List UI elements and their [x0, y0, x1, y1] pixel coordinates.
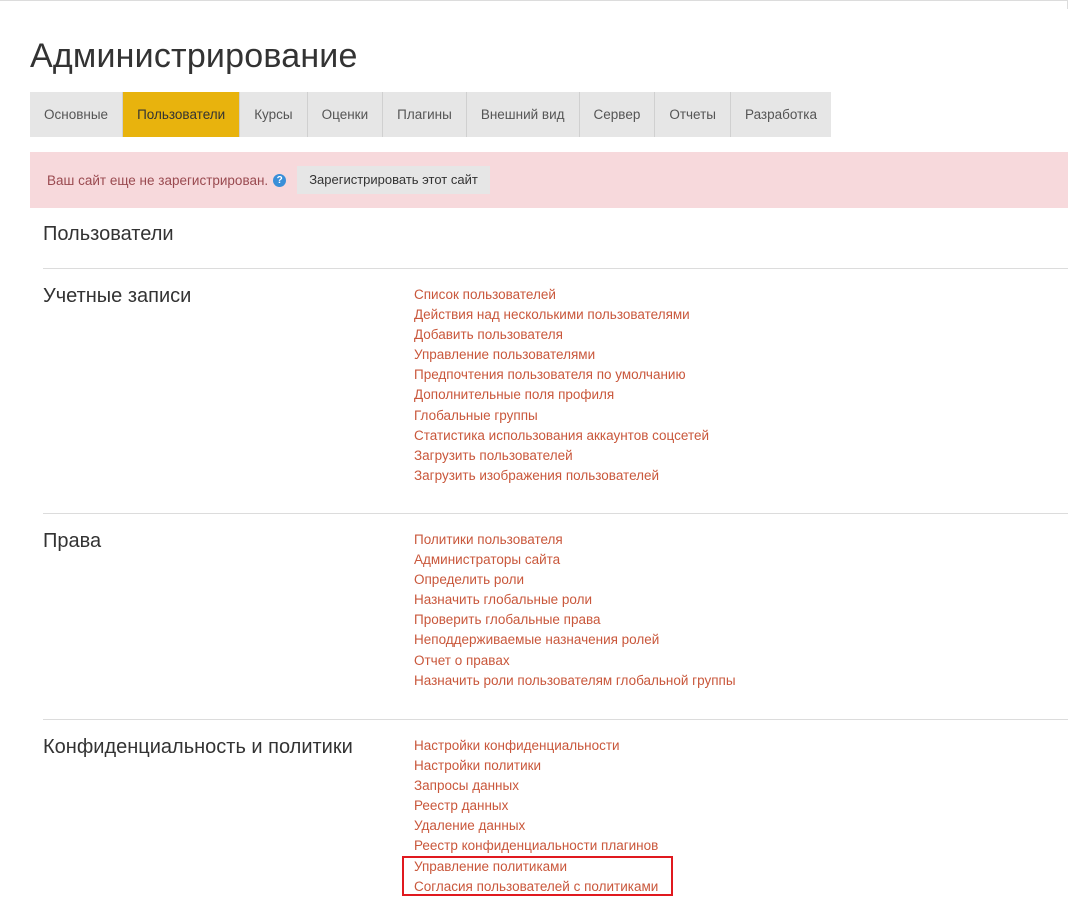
tab-courses[interactable]: Курсы — [240, 92, 308, 137]
link-profile-fields[interactable]: Дополнительные поля профиля — [414, 387, 614, 402]
registration-alert: Ваш сайт еще не зарегистрирован. ? Зарег… — [30, 152, 1068, 208]
list-item: Отчет о правах — [414, 651, 736, 671]
link-cohorts[interactable]: Глобальные группы — [414, 408, 538, 423]
list-item: Управление пользователями — [414, 345, 709, 365]
group-permissions: Права Политики пользователя Администрато… — [43, 513, 1068, 720]
link-define-roles[interactable]: Определить роли — [414, 572, 524, 587]
group-title: Права — [43, 530, 102, 552]
link-check-system-permissions[interactable]: Проверить глобальные права — [414, 612, 601, 627]
list-item: Настройки политики — [414, 756, 658, 776]
group-title: Конфиденциальность и политики — [43, 736, 353, 758]
link-site-admins[interactable]: Администраторы сайта — [414, 552, 560, 567]
list-item: Предпочтения пользователя по умолчанию — [414, 365, 709, 385]
group-accounts: Учетные записи Список пользователей Дейс… — [43, 268, 1068, 514]
list-item: Загрузить пользователей — [414, 446, 709, 466]
highlight-box — [402, 856, 673, 896]
list-item: Неподдерживаемые назначения ролей — [414, 630, 736, 650]
section-heading: Пользователи — [43, 223, 174, 245]
link-privacy-settings[interactable]: Настройки конфиденциальности — [414, 738, 620, 753]
list-item: Проверить глобальные права — [414, 610, 736, 630]
tab-users[interactable]: Пользователи — [123, 92, 241, 137]
link-data-requests[interactable]: Запросы данных — [414, 778, 519, 793]
link-add-user[interactable]: Добавить пользователя — [414, 327, 563, 342]
question-circle-icon[interactable]: ? — [273, 173, 287, 187]
group-title: Учетные записи — [43, 285, 192, 307]
list-item: Назначить роли пользователям глобальной … — [414, 671, 736, 691]
link-user-policies[interactable]: Политики пользователя — [414, 532, 563, 547]
register-site-button[interactable]: Зарегистрировать этот сайт — [297, 166, 490, 194]
list-item: Администраторы сайта — [414, 550, 736, 570]
list-item: Назначить глобальные роли — [414, 590, 736, 610]
list-item: Реестр данных — [414, 796, 658, 816]
list-item: Загрузить изображения пользователей — [414, 466, 709, 486]
registration-alert-text: Ваш сайт еще не зарегистрирован. — [47, 172, 269, 188]
tab-reports[interactable]: Отчеты — [655, 92, 732, 137]
list-item: Реестр конфиденциальности плагинов — [414, 836, 658, 856]
tab-plugins[interactable]: Плагины — [383, 92, 467, 137]
list-item: Запросы данных — [414, 776, 658, 796]
group-links: Политики пользователя Администраторы сай… — [414, 530, 736, 691]
list-item: Список пользователей — [414, 285, 709, 305]
link-user-default-preferences[interactable]: Предпочтения пользователя по умолчанию — [414, 367, 686, 382]
tab-appearance[interactable]: Внешний вид — [466, 92, 580, 137]
link-data-registry[interactable]: Реестр данных — [414, 798, 508, 813]
link-upload-users[interactable]: Загрузить пользователей — [414, 448, 573, 463]
list-item: Удаление данных — [414, 816, 658, 836]
tab-development[interactable]: Разработка — [731, 92, 831, 137]
link-user-list[interactable]: Список пользователей — [414, 287, 556, 302]
link-bulk-user-actions[interactable]: Действия над несколькими пользователями — [414, 307, 690, 322]
tab-general[interactable]: Основные — [30, 92, 124, 137]
list-item: Статистика использования аккаунтов соцсе… — [414, 426, 709, 446]
list-item: Настройки конфиденциальности — [414, 736, 658, 756]
link-assign-system-roles[interactable]: Назначить глобальные роли — [414, 592, 592, 607]
list-item: Глобальные группы — [414, 406, 709, 426]
list-item: Дополнительные поля профиля — [414, 385, 709, 405]
link-oauth-stats[interactable]: Статистика использования аккаунтов соцсе… — [414, 428, 709, 443]
link-upload-user-pictures[interactable]: Загрузить изображения пользователей — [414, 468, 659, 483]
group-links: Список пользователей Действия над нескол… — [414, 285, 709, 486]
list-item: Определить роли — [414, 570, 736, 590]
link-assign-cohort-roles[interactable]: Назначить роли пользователям глобальной … — [414, 673, 736, 688]
link-data-deletion[interactable]: Удаление данных — [414, 818, 525, 833]
page-title: Администрирование — [30, 37, 358, 75]
tab-grades[interactable]: Оценки — [307, 92, 384, 137]
admin-page: Администрирование Основные Пользователи … — [0, 0, 1068, 921]
list-item: Политики пользователя — [414, 530, 736, 550]
link-plugin-privacy-registry[interactable]: Реестр конфиденциальности плагинов — [414, 838, 658, 853]
tab-server[interactable]: Сервер — [579, 92, 656, 137]
link-policy-settings[interactable]: Настройки политики — [414, 758, 541, 773]
link-manage-users[interactable]: Управление пользователями — [414, 347, 595, 362]
admin-tabs: Основные Пользователи Курсы Оценки Плаги… — [30, 92, 831, 137]
link-capability-overview[interactable]: Отчет о правах — [414, 653, 510, 668]
link-unsupported-role-assignments[interactable]: Неподдерживаемые назначения ролей — [414, 632, 659, 647]
list-item: Добавить пользователя — [414, 325, 709, 345]
list-item: Действия над несколькими пользователями — [414, 305, 709, 325]
